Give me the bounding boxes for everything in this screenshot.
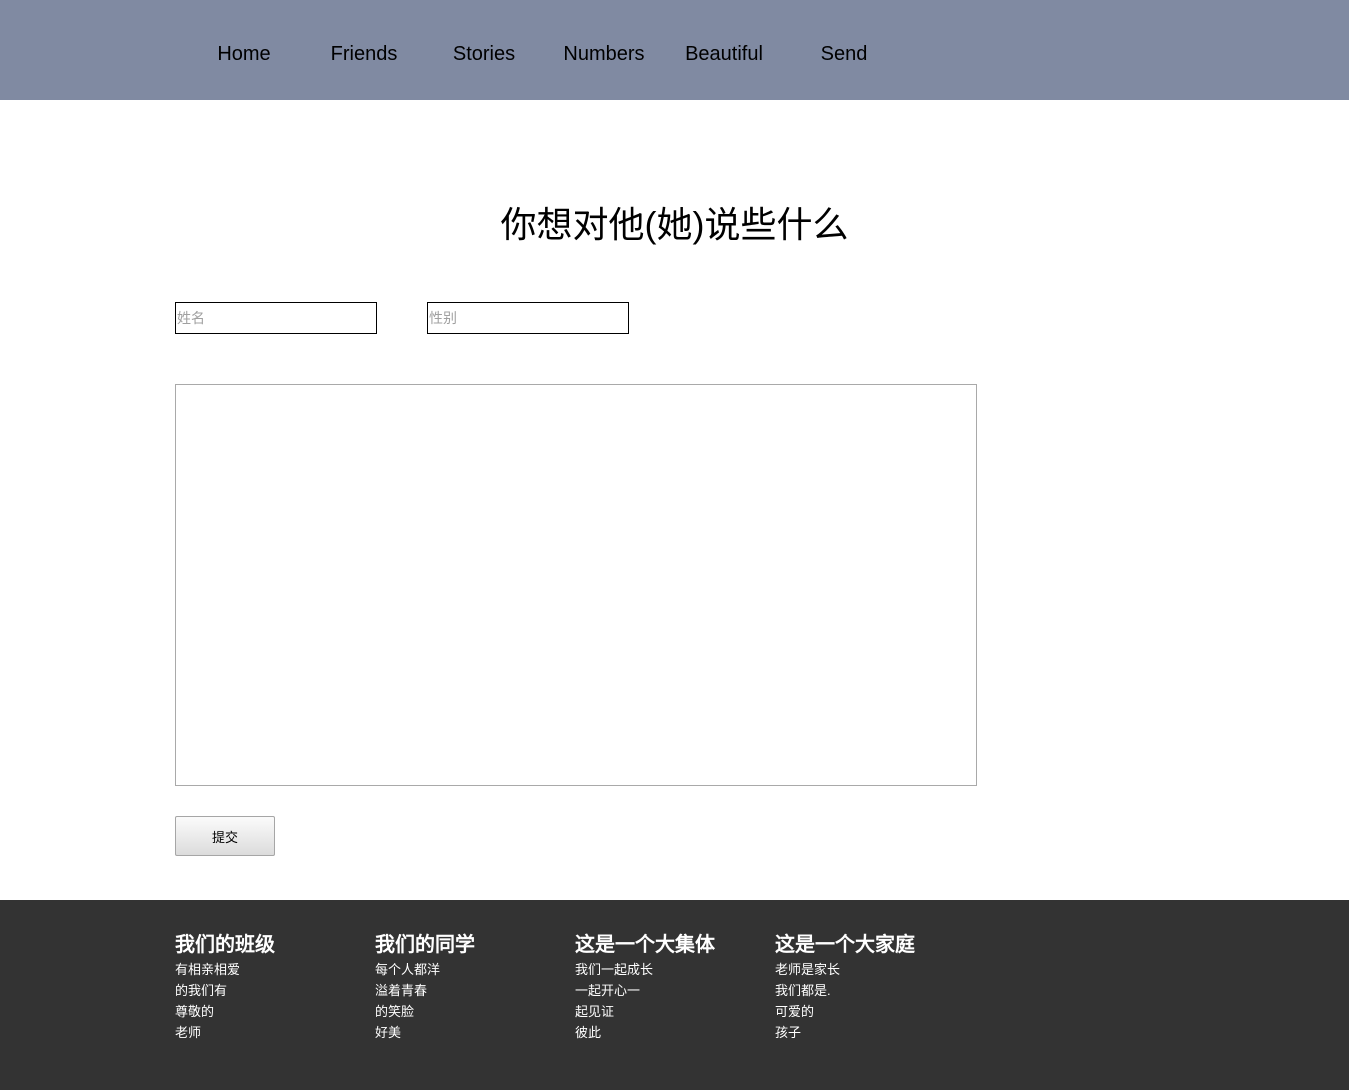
footer-line: 一起开心一	[575, 983, 641, 998]
footer-line: 好美	[375, 1025, 402, 1040]
nav-item-beautiful[interactable]: Beautiful	[664, 42, 784, 66]
footer-line: 的笑脸	[375, 1004, 415, 1019]
top-navbar: Home Friends Stories Numbers Beautiful S…	[0, 0, 1349, 100]
footer: 我们的班级 有相亲相爱 的我们有 尊敬的 老师 我们的同学 每个人都洋 溢着青春…	[0, 900, 1349, 1090]
footer-line: 有相亲相爱	[175, 962, 241, 977]
footer-heading: 我们的班级	[175, 934, 275, 956]
footer-heading: 我们的同学	[375, 934, 475, 956]
page-title: 你想对他(她)说些什么	[500, 204, 849, 245]
footer-line: 老师是家长	[775, 962, 841, 977]
submit-button[interactable]: 提交	[175, 816, 275, 856]
footer-heading: 这是一个大集体	[575, 934, 715, 956]
footer-line: 的我们有	[175, 983, 228, 998]
nav-item-friends[interactable]: Friends	[304, 42, 424, 66]
name-input[interactable]	[175, 302, 377, 334]
footer-heading: 这是一个大家庭	[775, 934, 915, 956]
footer-line: 我们一起成长	[575, 962, 654, 977]
gender-input[interactable]	[427, 302, 629, 334]
footer-line: 我们都是.	[775, 983, 831, 998]
footer-column-family: 这是一个大家庭 老师是家长 我们都是. 可爱的 孩子	[775, 931, 975, 1043]
message-textarea[interactable]	[175, 384, 977, 786]
footer-column-classmates: 我们的同学 每个人都洋 溢着青春 的笑脸 好美	[375, 931, 575, 1043]
footer-line: 尊敬的	[175, 1004, 215, 1019]
nav-item-home[interactable]: Home	[184, 42, 304, 66]
footer-line: 老师	[175, 1025, 202, 1040]
footer-line: 可爱的	[775, 1004, 815, 1019]
nav-item-stories[interactable]: Stories	[424, 42, 544, 66]
footer-column-collective: 这是一个大集体 我们一起成长 一起开心一 起见证 彼此	[575, 931, 775, 1043]
footer-line: 彼此	[575, 1025, 602, 1040]
nav-item-numbers[interactable]: Numbers	[544, 42, 664, 66]
footer-line: 起见证	[575, 1004, 615, 1019]
footer-line: 每个人都洋	[375, 962, 441, 977]
nav-item-send[interactable]: Send	[784, 42, 904, 66]
footer-line: 孩子	[775, 1025, 802, 1040]
footer-line: 溢着青春	[375, 983, 428, 998]
footer-column-class: 我们的班级 有相亲相爱 的我们有 尊敬的 老师	[175, 931, 375, 1043]
